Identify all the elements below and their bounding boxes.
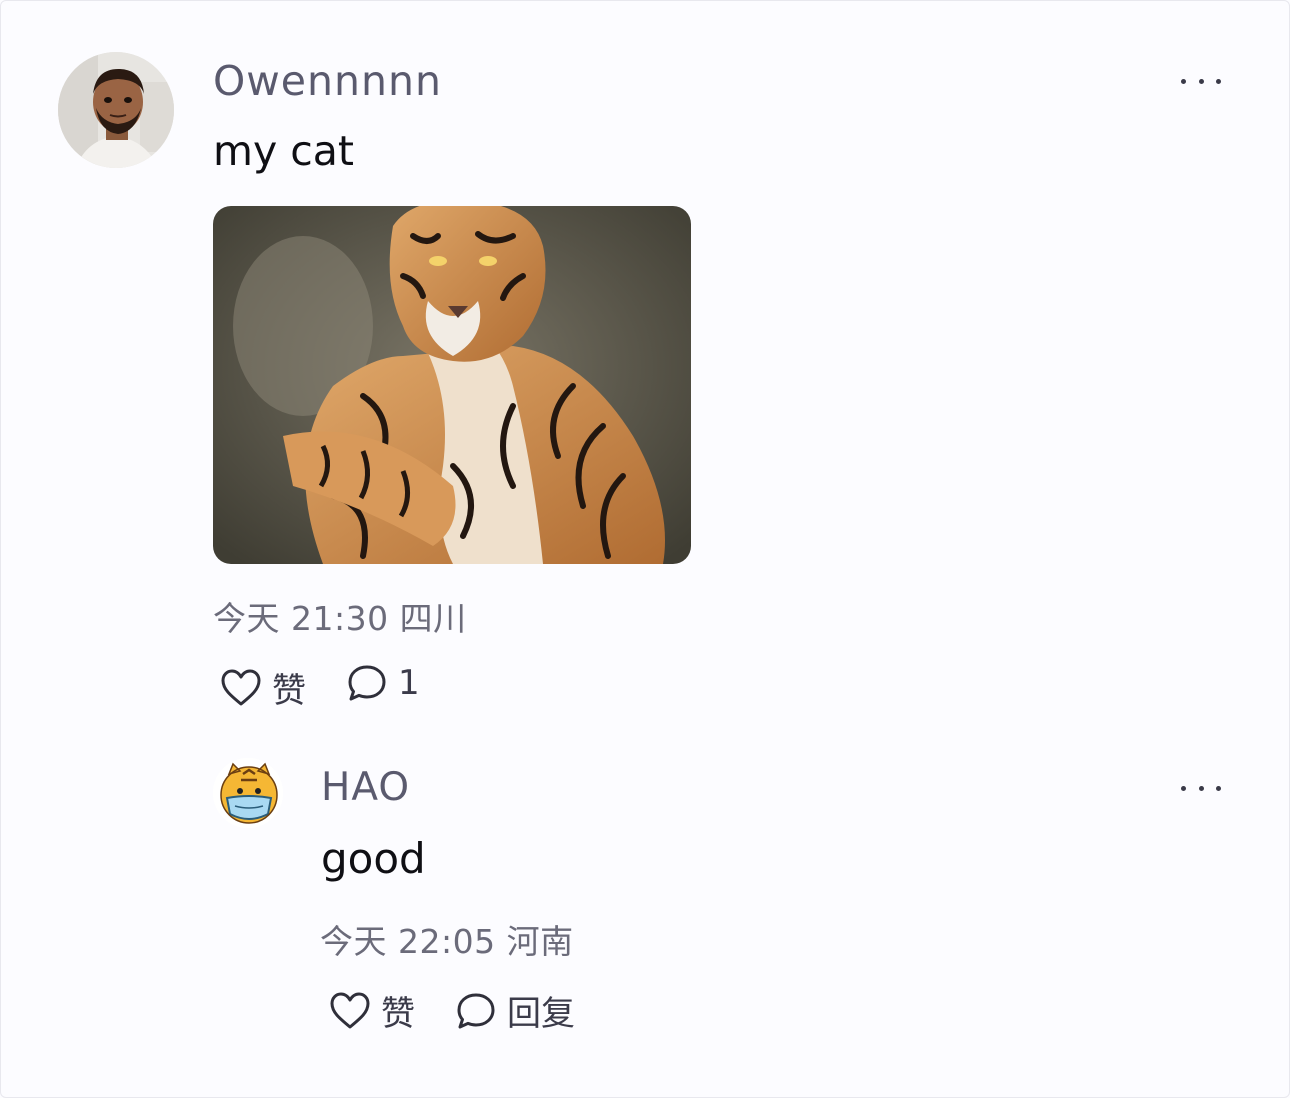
post-text: my cat: [213, 127, 354, 175]
reply-more-options-button[interactable]: [1181, 778, 1221, 798]
post-comment-count: 1: [398, 663, 420, 703]
more-dot-icon: [1181, 78, 1186, 84]
more-dot-icon: [1181, 785, 1186, 791]
reply-author-avatar[interactable]: [213, 758, 283, 828]
post-more-options-button[interactable]: [1181, 71, 1221, 91]
tiger-photo-icon: [213, 206, 691, 564]
more-dot-icon: [1198, 785, 1204, 791]
comment-bubble-icon: [348, 665, 386, 701]
post-like-button[interactable]: 赞: [220, 663, 306, 712]
post-time: 今天 21:30: [213, 599, 389, 638]
post-meta: 今天 21:30 四川: [213, 592, 467, 640]
reply-meta: 今天 22:05 河南: [320, 915, 574, 963]
more-dot-icon: [1216, 78, 1221, 84]
post-location: 四川: [399, 599, 467, 638]
tiger-cartoon-avatar-icon: [213, 758, 283, 828]
user-avatar-photo-icon: [58, 52, 174, 168]
more-dot-icon: [1216, 785, 1221, 791]
heart-icon: [221, 669, 261, 705]
reply-location: 河南: [506, 922, 574, 961]
post-like-label: 赞: [272, 671, 306, 711]
comment-bubble-icon: [457, 993, 495, 1028]
more-dot-icon: [1198, 78, 1204, 84]
reply-reply-button[interactable]: 回复: [455, 986, 575, 1035]
post-author-avatar[interactable]: [58, 52, 174, 168]
reply-time: 今天 22:05: [320, 922, 496, 961]
post-comment-button[interactable]: 1: [346, 663, 420, 703]
post-image[interactable]: [213, 206, 691, 564]
reply-like-button[interactable]: 赞: [329, 986, 415, 1035]
reply-like-label: 赞: [381, 994, 415, 1034]
reply-author-name[interactable]: HAO: [321, 765, 410, 810]
reply-reply-label: 回复: [507, 994, 575, 1034]
post-author-name[interactable]: Owennnnn: [213, 57, 442, 105]
reply-text: good: [321, 834, 426, 883]
heart-icon: [330, 992, 370, 1028]
